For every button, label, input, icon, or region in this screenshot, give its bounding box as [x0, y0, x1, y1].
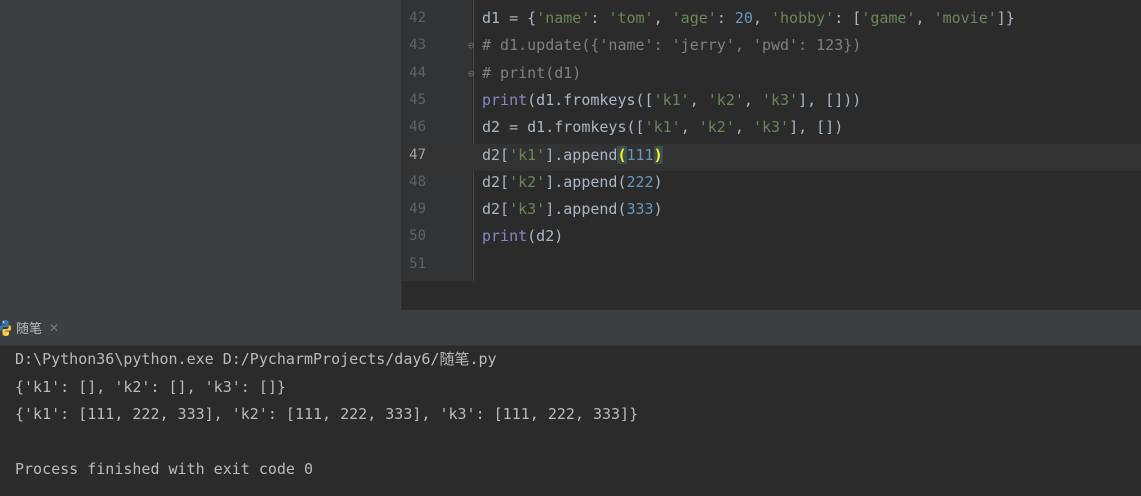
- code-token: print: [482, 90, 528, 109]
- console-line: D:\Python36\python.exe D:/PycharmProject…: [15, 350, 497, 368]
- code-token: ): [653, 172, 663, 191]
- code-token: 222: [626, 172, 654, 191]
- code-line[interactable]: 46 d2 = d1.fromkeys(['k1', 'k2', 'k3'], […: [0, 114, 1141, 141]
- code-token: 'k1': [644, 118, 681, 137]
- code-token: ].append: [545, 145, 618, 164]
- code-token: d2[: [482, 200, 510, 219]
- line-number: 45: [409, 91, 426, 108]
- code-line[interactable]: 49 d2['k3'].append(333): [0, 196, 1141, 223]
- code-line[interactable]: 44 ⊖ # print(d1): [0, 60, 1141, 87]
- code-token: (d1.fromkeys([: [527, 90, 654, 109]
- code-token: 'k1': [509, 145, 546, 164]
- editor-bottom-area: [402, 281, 1141, 310]
- run-tab-label: 随笔: [16, 322, 43, 337]
- code-token: ,: [689, 90, 708, 109]
- fold-icon[interactable]: ⊖: [468, 60, 475, 87]
- code-token: 'k3': [509, 200, 546, 219]
- code-token: 333: [626, 200, 654, 219]
- code-text: print(d1.fromkeys(['k1', 'k2', 'k3'], []…: [482, 87, 861, 114]
- code-token: # print(d1): [482, 63, 582, 82]
- code-text: d2['k2'].append(222): [482, 169, 663, 196]
- line-number: 48: [409, 173, 426, 190]
- code-token: ,: [752, 9, 771, 27]
- line-number: 44: [409, 64, 426, 81]
- code-line[interactable]: 42 d1 = {'name': 'tom', 'age': 20, 'hobby…: [0, 5, 1141, 32]
- run-console[interactable]: D:\Python36\python.exe D:/PycharmProject…: [0, 346, 1141, 496]
- code-text: print(d2): [482, 223, 563, 250]
- code-token: ): [653, 145, 663, 164]
- line-number: 47: [409, 146, 426, 163]
- code-text: # print(d1): [482, 60, 581, 87]
- code-token: 20: [734, 9, 753, 27]
- python-icon: [0, 319, 11, 336]
- code-text: d2['k3'].append(333): [482, 196, 663, 223]
- run-tab[interactable]: 随笔 ✕: [0, 310, 59, 345]
- code-token: ].append(: [545, 200, 627, 219]
- code-token: ,: [743, 90, 762, 109]
- code-token: (d2): [527, 227, 564, 246]
- code-token: ], [])): [798, 90, 862, 109]
- code-token: 'k2': [707, 90, 744, 109]
- line-number: 51: [409, 255, 426, 272]
- run-tool-window-header: 随笔 ✕: [0, 310, 1141, 346]
- code-token: ], []): [789, 118, 844, 137]
- line-number: 49: [409, 201, 426, 218]
- code-token: :: [716, 9, 735, 27]
- code-token: # d1.update({'name': 'jerry', 'pwd': 123…: [482, 36, 862, 55]
- line-number: 42: [409, 10, 426, 26]
- code-token: 111: [626, 145, 654, 164]
- code-text: d2['k1'].append(111): [482, 142, 663, 169]
- fold-icon[interactable]: ⊖: [468, 32, 475, 59]
- code-token: : [: [834, 9, 862, 27]
- code-token: 'k2': [698, 118, 735, 137]
- code-token: :: [590, 9, 609, 27]
- code-line[interactable]: 45 print(d1.fromkeys(['k1', 'k2', 'k3'], …: [0, 87, 1141, 114]
- console-line: {'k1': [], 'k2': [], 'k3': []}: [15, 377, 286, 396]
- close-icon[interactable]: ✕: [49, 321, 59, 335]
- code-text: d2 = d1.fromkeys(['k1', 'k2', 'k3'], []): [482, 114, 843, 141]
- code-token: 'name': [536, 9, 591, 27]
- code-token: 'k3': [752, 118, 790, 137]
- code-token: 'k2': [509, 172, 546, 191]
- code-token: ,: [734, 118, 753, 137]
- code-token: 'k1': [653, 90, 690, 109]
- code-token: ].append(: [545, 172, 627, 191]
- code-token: 'tom': [608, 9, 654, 27]
- console-line: {'k1': [111, 222, 333], 'k2': [111, 222,…: [15, 405, 639, 423]
- code-token: print: [482, 227, 528, 246]
- code-token: ): [653, 200, 663, 219]
- line-number: 46: [409, 119, 426, 136]
- code-line[interactable]: 51: [0, 251, 1141, 278]
- code-text: # d1.update({'name': 'jerry', 'pwd': 123…: [482, 32, 861, 59]
- code-token: 'age': [671, 9, 717, 27]
- code-line[interactable]: 43 ⊖ # d1.update({'name': 'jerry', 'pwd': …: [0, 32, 1141, 59]
- code-token: d2[: [482, 172, 510, 191]
- code-token: 'hobby': [771, 9, 835, 27]
- code-token: ]}: [996, 9, 1015, 27]
- code-token: (: [617, 145, 627, 164]
- console-line: Process finished with exit code 0: [15, 460, 314, 478]
- code-token: ,: [680, 118, 699, 137]
- line-number: 43: [409, 37, 426, 54]
- code-token: 'k3': [761, 90, 799, 109]
- code-line[interactable]: 50 print(d2): [0, 223, 1141, 250]
- code-line[interactable]: 48 d2['k2'].append(222): [0, 169, 1141, 196]
- code-token: ,: [653, 9, 672, 27]
- code-token: d2[: [482, 145, 510, 164]
- code-line[interactable]: 47 d2['k1'].append(111): [0, 142, 1141, 169]
- code-token: 'movie': [933, 9, 997, 27]
- code-token: 'game': [861, 9, 916, 27]
- code-token: ,: [915, 9, 934, 27]
- code-token: d2 = d1.fromkeys([: [482, 118, 645, 137]
- line-number: 50: [409, 228, 426, 245]
- code-token: d1 = {: [482, 9, 537, 27]
- code-text: d1 = {'name': 'tom', 'age': 20, 'hobby':…: [482, 5, 1015, 32]
